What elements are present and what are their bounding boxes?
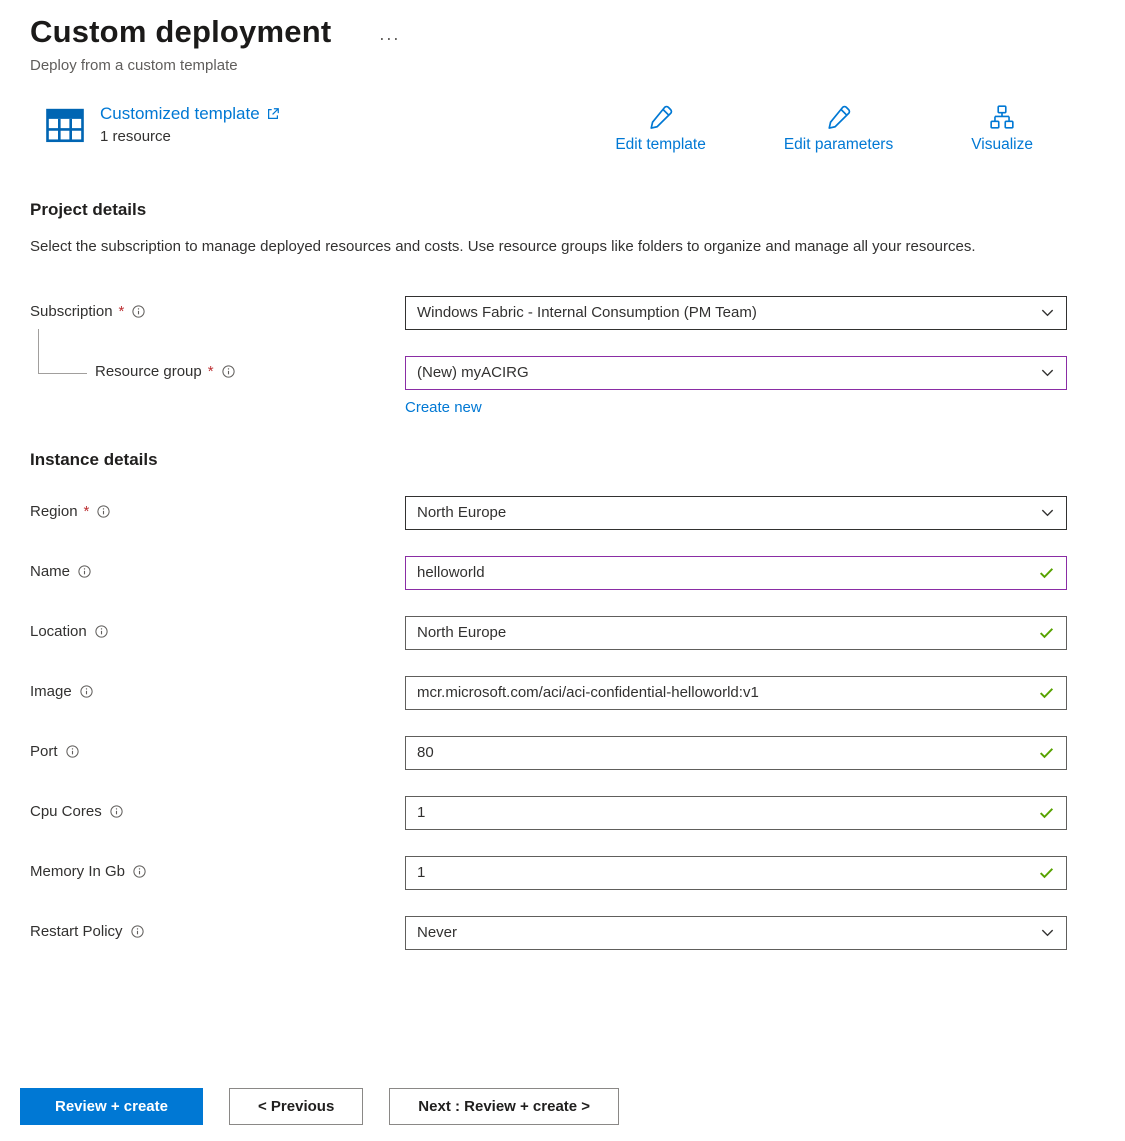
chevron-down-icon — [1040, 505, 1055, 520]
location-label: Location — [30, 623, 87, 640]
edit-template-button[interactable]: Edit template — [615, 104, 705, 154]
subscription-dropdown[interactable]: Windows Fabric - Internal Consumption (P… — [405, 296, 1067, 330]
image-row: Image — [30, 676, 1125, 710]
tree-connector — [38, 329, 87, 374]
required-marker: * — [208, 363, 214, 380]
info-icon[interactable] — [221, 364, 236, 379]
hierarchy-icon — [989, 104, 1015, 130]
name-input[interactable] — [417, 564, 1038, 581]
resource-group-value: (New) myACIRG — [417, 364, 1040, 381]
visualize-button[interactable]: Visualize — [971, 104, 1033, 154]
info-icon[interactable] — [132, 864, 147, 879]
chevron-down-icon — [1040, 365, 1055, 380]
region-label: Region — [30, 503, 78, 520]
info-icon[interactable] — [96, 504, 111, 519]
customized-template-label: Customized template — [100, 104, 260, 124]
resource-group-label: Resource group — [95, 363, 202, 380]
next-button[interactable]: Next : Review + create > — [389, 1088, 619, 1125]
cpu-cores-input[interactable] — [417, 804, 1038, 821]
subscription-label: Subscription — [30, 303, 113, 320]
valid-check-icon — [1038, 624, 1055, 641]
project-details-description: Select the subscription to manage deploy… — [30, 234, 1015, 260]
info-icon[interactable] — [131, 304, 146, 319]
subscription-value: Windows Fabric - Internal Consumption (P… — [417, 304, 1040, 321]
valid-check-icon — [1038, 744, 1055, 761]
footer-actions: Review + create < Previous Next : Review… — [20, 1088, 619, 1125]
required-marker: * — [84, 503, 90, 520]
port-label: Port — [30, 743, 58, 760]
info-icon[interactable] — [109, 804, 124, 819]
valid-check-icon — [1038, 804, 1055, 821]
template-table-icon — [44, 104, 86, 146]
port-row: Port — [30, 736, 1125, 770]
restart-policy-row: Restart Policy Never — [30, 916, 1125, 950]
info-icon[interactable] — [94, 624, 109, 639]
valid-check-icon — [1038, 864, 1055, 881]
create-new-link[interactable]: Create new — [405, 399, 482, 416]
info-icon[interactable] — [130, 924, 145, 939]
cpu-cores-row: Cpu Cores — [30, 796, 1125, 830]
project-details-form: Subscription * Windows Fabric - Internal… — [30, 296, 1125, 416]
region-value: North Europe — [417, 504, 1040, 521]
region-dropdown[interactable]: North Europe — [405, 496, 1067, 530]
image-label: Image — [30, 683, 72, 700]
name-label: Name — [30, 563, 70, 580]
resource-group-dropdown[interactable]: (New) myACIRG — [405, 356, 1067, 390]
location-row: Location — [30, 616, 1125, 650]
customized-template-link[interactable]: Customized template — [100, 104, 280, 124]
pencil-icon — [648, 104, 674, 130]
info-icon[interactable] — [77, 564, 92, 579]
instance-details-heading: Instance details — [30, 450, 1125, 470]
page-subtitle: Deploy from a custom template — [30, 57, 1125, 74]
location-input[interactable] — [417, 624, 1038, 641]
previous-button[interactable]: < Previous — [229, 1088, 363, 1125]
page-title: Custom deployment — [30, 14, 331, 50]
valid-check-icon — [1038, 684, 1055, 701]
info-icon[interactable] — [79, 684, 94, 699]
custom-deployment-page: Custom deployment ... Deploy from a cust… — [0, 0, 1125, 1141]
chevron-down-icon — [1040, 305, 1055, 320]
port-input[interactable] — [417, 744, 1038, 761]
edit-parameters-label: Edit parameters — [784, 136, 893, 154]
region-row: Region * North Europe — [30, 496, 1125, 530]
resource-count: 1 resource — [100, 128, 280, 145]
edit-parameters-button[interactable]: Edit parameters — [784, 104, 893, 154]
pencil-icon — [826, 104, 852, 130]
valid-check-icon — [1038, 564, 1055, 581]
template-bar: Customized template 1 resource Edit temp… — [30, 104, 1125, 154]
project-details-heading: Project details — [30, 200, 1125, 220]
memory-label: Memory In Gb — [30, 863, 125, 880]
restart-policy-label: Restart Policy — [30, 923, 123, 940]
edit-template-label: Edit template — [615, 136, 705, 154]
name-row: Name — [30, 556, 1125, 590]
cpu-cores-label: Cpu Cores — [30, 803, 102, 820]
visualize-label: Visualize — [971, 136, 1033, 154]
restart-policy-value: Never — [417, 924, 1040, 941]
chevron-down-icon — [1040, 925, 1055, 940]
instance-details-form: Region * North Europe Name — [30, 496, 1125, 950]
subscription-row: Subscription * Windows Fabric - Internal… — [30, 296, 1125, 330]
external-link-icon — [266, 107, 280, 121]
more-menu-button[interactable]: ... — [379, 24, 400, 45]
memory-row: Memory In Gb — [30, 856, 1125, 890]
required-marker: * — [119, 303, 125, 320]
resource-group-row: Resource group * (New) myACIRG Create ne… — [30, 356, 1125, 416]
image-input[interactable] — [417, 684, 1038, 701]
restart-policy-dropdown[interactable]: Never — [405, 916, 1067, 950]
info-icon[interactable] — [65, 744, 80, 759]
memory-input[interactable] — [417, 864, 1038, 881]
review-create-button[interactable]: Review + create — [20, 1088, 203, 1125]
